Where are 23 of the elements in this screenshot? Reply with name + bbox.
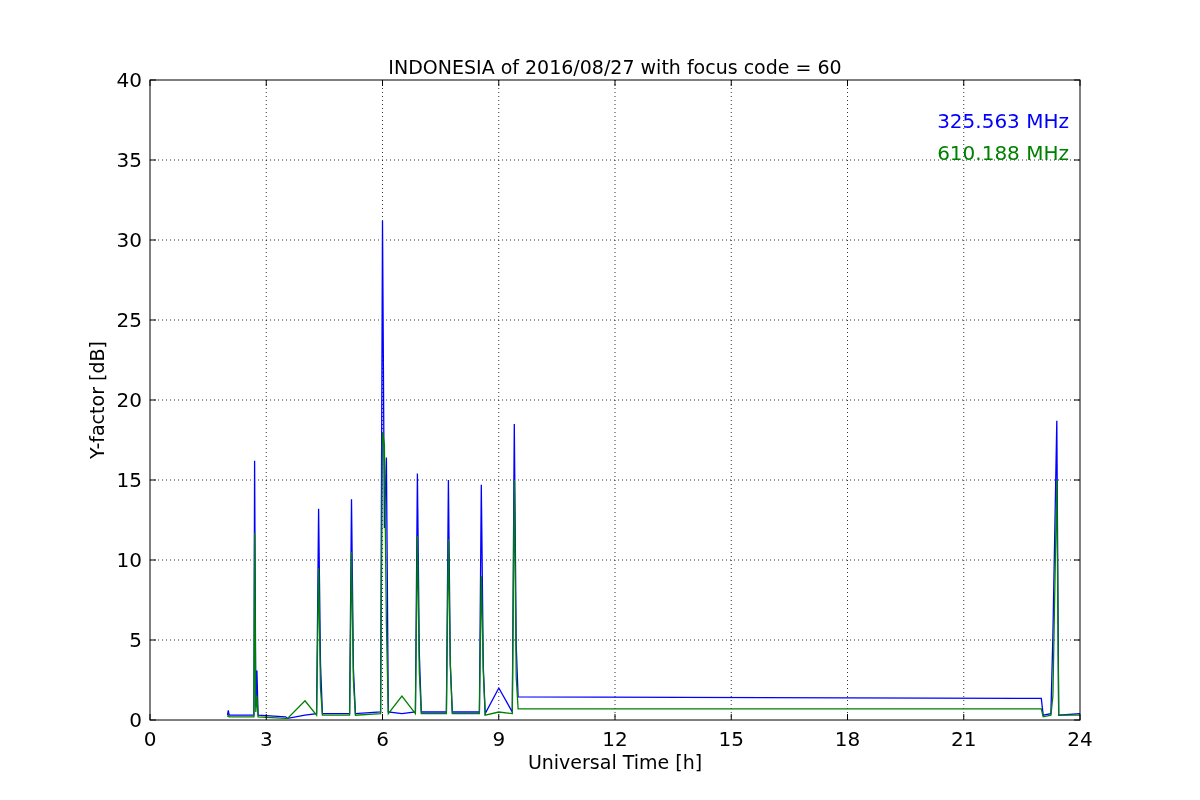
y-axis-label: Y-factor [dB] [86, 341, 108, 459]
tick-label: 21 [951, 727, 977, 751]
tick-label: 15 [116, 468, 142, 492]
tick-label: 25 [116, 308, 142, 332]
tick-label: 24 [1067, 727, 1093, 751]
tick-label: 35 [116, 148, 142, 172]
tick-label: 20 [116, 388, 142, 412]
legend-label: 610.188 MHz [937, 141, 1069, 165]
legend-label: 325.563 MHz [937, 109, 1069, 133]
tick-label: 3 [259, 727, 273, 751]
tick-label: 10 [116, 548, 142, 572]
tick-label: 0 [129, 708, 142, 732]
chart-title: INDONESIA of 2016/08/27 with focus code = 60 [388, 56, 842, 78]
tick-label: 12 [602, 727, 628, 751]
x-axis-label: Universal Time [h] [527, 751, 703, 773]
tick-label: 40 [116, 68, 142, 92]
tick-label: 15 [718, 727, 744, 751]
tick-label: 18 [834, 727, 861, 751]
tick-label: 9 [492, 727, 506, 751]
tick-label: 6 [376, 727, 389, 751]
tick-label: 30 [116, 228, 142, 252]
tick-label: 0 [143, 727, 157, 751]
tick-label: 5 [129, 628, 142, 652]
